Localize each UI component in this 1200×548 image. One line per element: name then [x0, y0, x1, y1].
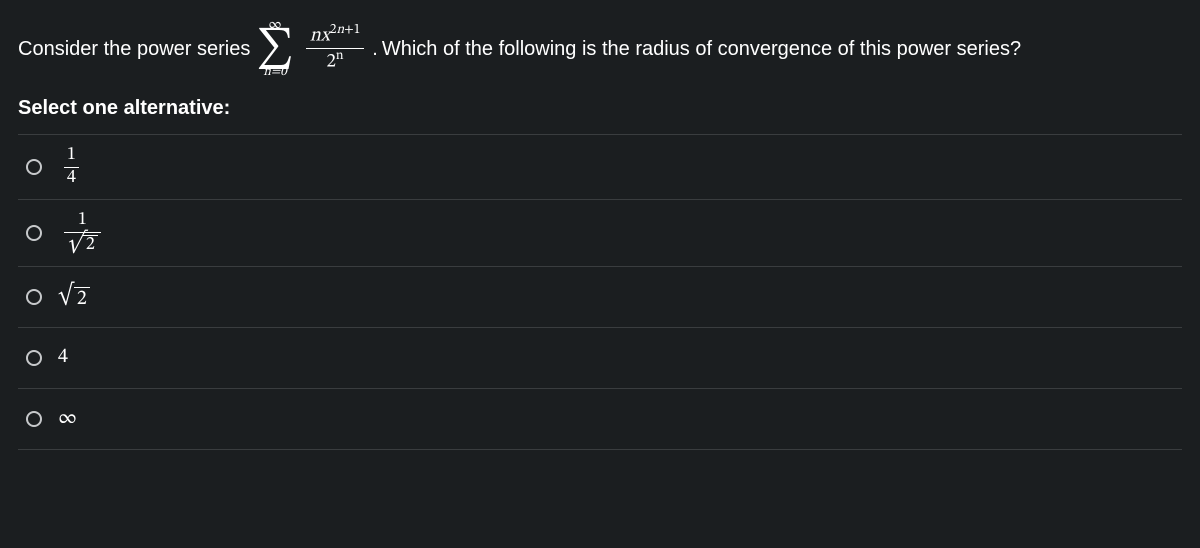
radio-icon	[26, 289, 42, 305]
option-label: ∞	[58, 406, 77, 431]
select-prompt: Select one alternative:	[18, 97, 1182, 120]
question-tail: Which of the following is the radius of …	[382, 37, 1021, 61]
option-infinity[interactable]: ∞	[18, 389, 1182, 450]
option-label: 1 4	[58, 145, 85, 189]
series-term-fraction: nx2n+1 2n	[306, 23, 365, 74]
radio-icon	[26, 159, 42, 175]
options-list: 1 4 1 √ 2	[18, 134, 1182, 450]
question-container: Consider the power series ∞ ∑ n=0 nx2n+1…	[0, 0, 1200, 450]
fraction: 1 4	[64, 145, 79, 189]
option-4[interactable]: 4	[18, 328, 1182, 389]
option-1-quarter[interactable]: 1 4	[18, 135, 1182, 200]
option-label: √ 2	[58, 283, 90, 310]
sqrt: √ 2	[58, 285, 90, 310]
sum-lower-limit: n=0	[263, 66, 286, 79]
fraction-numerator: nx2n+1	[306, 23, 365, 48]
question-text: Consider the power series ∞ ∑ n=0 nx2n+1…	[18, 18, 1182, 79]
sqrt: √ 2	[67, 233, 98, 256]
summation-symbol: ∞ ∑ n=0	[256, 18, 293, 79]
option-1-over-sqrt2[interactable]: 1 √ 2	[18, 200, 1182, 266]
radio-icon	[26, 411, 42, 427]
fraction: 1 √ 2	[64, 210, 101, 255]
radio-icon	[26, 350, 42, 366]
radical-icon: √	[67, 233, 83, 253]
period: .	[372, 37, 378, 61]
option-label: 1 √ 2	[58, 210, 107, 255]
fraction-denominator: 2n	[323, 49, 348, 74]
sigma-icon: ∑	[256, 32, 293, 66]
question-lead: Consider the power series	[18, 37, 250, 61]
option-sqrt2[interactable]: √ 2	[18, 267, 1182, 328]
option-label: 4	[58, 345, 68, 370]
radio-icon	[26, 225, 42, 241]
radical-icon: √	[58, 285, 74, 305]
